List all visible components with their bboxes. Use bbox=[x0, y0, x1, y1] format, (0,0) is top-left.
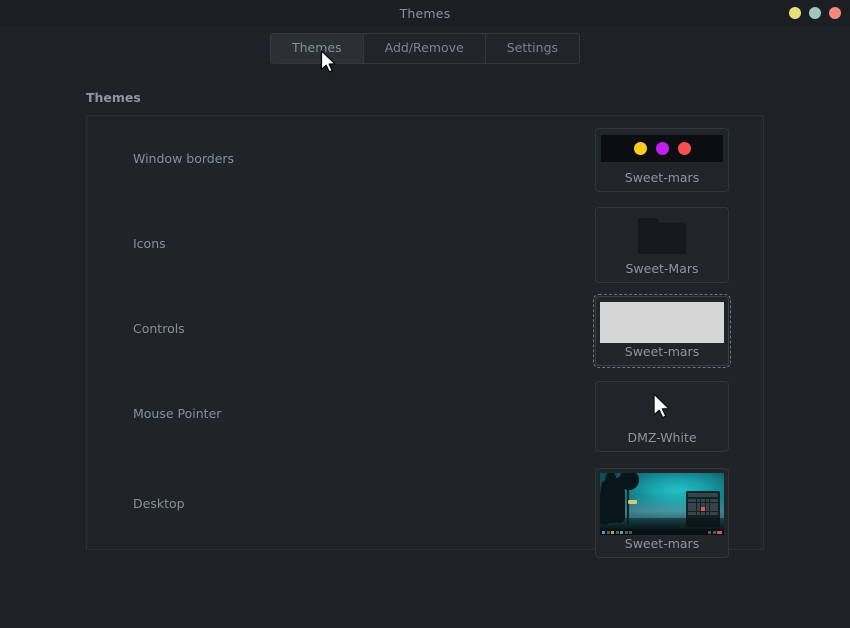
window-borders-titlebar-mock bbox=[601, 135, 723, 162]
tab-add-remove[interactable]: Add/Remove bbox=[363, 34, 486, 63]
theme-name-window-borders: Sweet-mars bbox=[624, 170, 700, 185]
wallpaper-tree-3 bbox=[600, 481, 610, 525]
window-title: Themes bbox=[399, 5, 451, 21]
theme-button-desktop[interactable]: Sweet-mars bbox=[595, 468, 729, 558]
window-controls bbox=[789, 0, 841, 26]
tab-settings[interactable]: Settings bbox=[485, 34, 580, 63]
tab-group: Themes Add/Remove Settings bbox=[269, 33, 581, 64]
window-titlebar: Themes bbox=[0, 0, 850, 26]
row-label-controls: Controls bbox=[133, 321, 185, 336]
theme-name-icons: Sweet-Mars bbox=[625, 261, 699, 276]
row-label-mouse-pointer: Mouse Pointer bbox=[133, 406, 222, 421]
theme-row-icons: Icons Sweet-Mars bbox=[87, 201, 765, 286]
theme-row-desktop: Desktop Sweet-mars bbox=[87, 456, 765, 558]
icons-preview bbox=[599, 211, 725, 260]
theme-row-controls: Controls Sweet-mars bbox=[87, 286, 765, 371]
theme-name-desktop: Sweet-mars bbox=[624, 536, 700, 551]
close-button[interactable] bbox=[829, 7, 841, 19]
calendar-widget-grid bbox=[688, 499, 718, 524]
theme-name-controls: Sweet-mars bbox=[624, 344, 700, 359]
theme-button-window-borders[interactable]: Sweet-mars bbox=[595, 128, 729, 192]
preview-dot-yellow bbox=[633, 142, 647, 155]
theme-name-mouse-pointer: DMZ-White bbox=[627, 430, 697, 445]
tab-themes[interactable]: Themes bbox=[270, 34, 364, 63]
minimize-button[interactable] bbox=[789, 7, 801, 19]
row-label-icons: Icons bbox=[133, 236, 166, 251]
wallpaper-calendar-widget bbox=[686, 491, 720, 527]
tab-bar: Themes Add/Remove Settings bbox=[0, 33, 850, 64]
theme-button-mouse-pointer[interactable]: DMZ-White bbox=[595, 381, 729, 452]
preview-dot-magenta bbox=[655, 142, 669, 155]
cursor-arrow-icon bbox=[653, 393, 670, 419]
controls-preview-swatch bbox=[600, 302, 724, 343]
theme-button-icons[interactable]: Sweet-Mars bbox=[595, 207, 729, 283]
themes-panel: Window borders Sweet-mars Icons Sweet-Ma bbox=[86, 115, 765, 558]
section-title: Themes bbox=[86, 90, 141, 105]
calendar-widget-header bbox=[688, 493, 718, 497]
folder-icon bbox=[638, 217, 686, 254]
theme-row-mouse-pointer: Mouse Pointer DMZ-White bbox=[87, 371, 765, 456]
maximize-button[interactable] bbox=[809, 7, 821, 19]
row-label-window-borders: Window borders bbox=[133, 151, 235, 166]
mouse-pointer-preview bbox=[599, 385, 725, 429]
window-borders-preview bbox=[599, 132, 725, 169]
theme-row-window-borders: Window borders Sweet-mars bbox=[87, 116, 765, 201]
preview-dot-red bbox=[677, 142, 691, 155]
desktop-wallpaper-preview bbox=[600, 473, 724, 535]
row-label-desktop: Desktop bbox=[133, 495, 185, 511]
theme-button-controls[interactable]: Sweet-mars bbox=[593, 294, 731, 368]
wallpaper-light-glow bbox=[628, 500, 637, 504]
folder-icon-body bbox=[638, 222, 686, 254]
wallpaper-taskbar bbox=[600, 529, 724, 535]
